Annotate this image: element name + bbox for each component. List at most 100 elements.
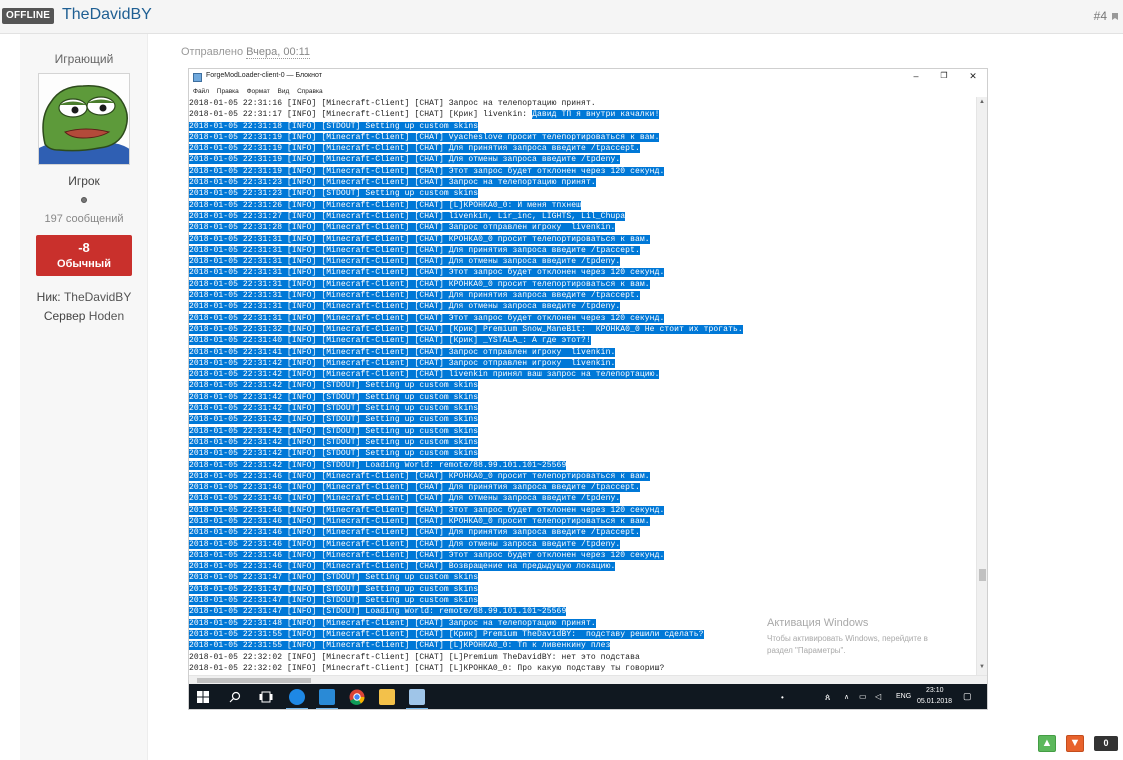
log-line: 2018-01-05 22:31:46 [INFO] [Minecraft-Cl… [189, 561, 976, 572]
menu-help: Справка [297, 88, 323, 95]
log-line-selected-text: 2018-01-05 22:31:48 [INFO] [Minecraft-Cl… [189, 618, 596, 628]
scroll-up-icon: ▲ [979, 99, 985, 105]
log-line: 2018-01-05 22:31:19 [INFO] [Minecraft-Cl… [189, 154, 976, 165]
log-line-selected-text: 2018-01-05 22:31:40 [INFO] [Minecraft-Cl… [189, 336, 591, 346]
file-explorer-icon [379, 689, 395, 705]
log-line-text: 2018-01-05 22:32:02 [INFO] [Minecraft-Cl… [189, 663, 665, 673]
menu-edit: Правка [216, 88, 239, 95]
language-indicator: ENG [896, 693, 912, 700]
log-line-selected-text: 2018-01-05 22:31:47 [INFO] [STDOUT] Sett… [189, 584, 479, 594]
menu-view: Вид [277, 88, 290, 95]
vote-up-button[interactable]: ▲ [1038, 735, 1056, 752]
field-server-key: Сервер [43, 309, 86, 323]
log-line: 2018-01-05 22:31:27 [INFO] [Minecraft-Cl… [189, 211, 976, 222]
log-line: 2018-01-05 22:31:19 [INFO] [Minecraft-Cl… [189, 143, 976, 154]
post-number-link[interactable]: #4 [1094, 9, 1107, 23]
log-line: 2018-01-05 22:31:46 [INFO] [Minecraft-Cl… [189, 482, 976, 493]
log-line-selected-text: 2018-01-05 22:31:26 [INFO] [Minecraft-Cl… [189, 200, 582, 210]
log-line: 2018-01-05 22:31:46 [INFO] [Minecraft-Cl… [189, 493, 976, 504]
author-name-link[interactable]: TheDavidBY [62, 6, 152, 24]
log-line: 2018-01-05 22:31:42 [INFO] [Minecraft-Cl… [189, 358, 976, 369]
log-line-selected-text: 2018-01-05 22:31:46 [INFO] [Minecraft-Cl… [189, 550, 665, 560]
volume-icon: ◁ [875, 692, 882, 701]
log-line-selected-text: 2018-01-05 22:31:46 [INFO] [Minecraft-Cl… [189, 505, 665, 515]
log-line-selected-text: 2018-01-05 22:31:31 [INFO] [Minecraft-Cl… [189, 302, 621, 312]
log-line: 2018-01-05 22:31:46 [INFO] [Minecraft-Cl… [189, 550, 976, 561]
tray-chevron-icon: ∧ [844, 694, 850, 701]
reputation-value: -8 [78, 240, 90, 255]
notepad-menubar: Файл Правка Формат Вид Справка [189, 86, 987, 97]
log-line-selected-text: 2018-01-05 22:31:42 [INFO] [STDOUT] Sett… [189, 437, 479, 447]
notepad-taskbar-icon [409, 689, 425, 705]
log-line: 2018-01-05 22:31:46 [INFO] [Minecraft-Cl… [189, 471, 976, 482]
status-badge: OFFLINE [2, 8, 55, 24]
rank-title: Игрок [68, 174, 100, 188]
vote-count: 0 [1094, 736, 1118, 751]
log-line-selected-text: 2018-01-05 22:31:42 [INFO] [STDOUT] Sett… [189, 381, 479, 391]
log-line: 2018-01-05 22:31:23 [INFO] [Minecraft-Cl… [189, 177, 976, 188]
post-header: OFFLINE TheDavidBY #4 [0, 0, 1123, 34]
log-line-selected-text: 2018-01-05 22:31:41 [INFO] [Minecraft-Cl… [189, 347, 616, 357]
log-line-selected-text: 2018-01-05 22:31:46 [INFO] [Minecraft-Cl… [189, 471, 650, 481]
hscrollbar-thumb [197, 678, 311, 683]
log-line: 2018-01-05 22:31:42 [INFO] [STDOUT] Sett… [189, 437, 976, 448]
log-line: 2018-01-05 22:31:42 [INFO] [STDOUT] Sett… [189, 403, 976, 414]
watermark-title: Активация Windows [767, 617, 869, 629]
log-line-selected-text: 2018-01-05 22:31:47 [INFO] [STDOUT] Sett… [189, 573, 479, 583]
notepad-vertical-scrollbar: ▲ ▼ [976, 97, 987, 675]
log-line: 2018-01-05 22:31:32 [INFO] [Minecraft-Cl… [189, 324, 976, 335]
pepe-frog-avatar-icon [39, 74, 129, 164]
posted-time-link[interactable]: Вчера, 00:11 [246, 46, 311, 59]
windows-start-icon [197, 691, 209, 703]
chrome-icon [349, 689, 365, 705]
log-line: 2018-01-05 22:31:31 [INFO] [Minecraft-Cl… [189, 256, 976, 267]
windows-taskbar: • ጰ ∧ ▭ ◁ ENG 23:10 05.01.2018 ▢ [189, 684, 987, 709]
field-nick: Ник: TheDavidBY [20, 290, 148, 304]
log-line-selected-text: 2018-01-05 22:31:42 [INFO] [STDOUT] Sett… [189, 415, 479, 425]
log-line-selected-text: 2018-01-05 22:31:31 [INFO] [Minecraft-Cl… [189, 291, 640, 301]
log-line-selected-text: 2018-01-05 22:31:18 [INFO] [STDOUT] Sett… [189, 121, 479, 131]
log-line-text: 2018-01-05 22:31:16 [INFO] [Minecraft-Cl… [189, 99, 596, 108]
log-line-selected-text: 2018-01-05 22:31:46 [INFO] [Minecraft-Cl… [189, 516, 650, 526]
reputation-label: Обычный [57, 258, 111, 270]
log-line: 2018-01-05 22:31:41 [INFO] [Minecraft-Cl… [189, 347, 976, 358]
log-line-selected-text: 2018-01-05 22:31:46 [INFO] [Minecraft-Cl… [189, 528, 640, 538]
log-line: 2018-01-05 22:31:42 [INFO] [STDOUT] Sett… [189, 414, 976, 425]
log-line-selected-text: 2018-01-05 22:31:47 [INFO] [STDOUT] Load… [189, 607, 567, 617]
minimize-icon: – [913, 71, 919, 81]
skype-icon [289, 689, 305, 705]
share-icon[interactable] [1111, 11, 1119, 21]
log-line-selected-text: 2018-01-05 22:31:23 [INFO] [Minecraft-Cl… [189, 178, 596, 188]
action-center-icon: ▢ [963, 691, 972, 701]
log-line-selected-text: 2018-01-05 22:31:31 [INFO] [Minecraft-Cl… [189, 313, 665, 323]
log-line: 2018-01-05 22:31:47 [INFO] [STDOUT] Sett… [189, 595, 976, 606]
log-line: 2018-01-05 22:31:28 [INFO] [Minecraft-Cl… [189, 222, 976, 233]
log-line: 2018-01-05 22:31:19 [INFO] [Minecraft-Cl… [189, 166, 976, 177]
log-line: 2018-01-05 22:31:40 [INFO] [Minecraft-Cl… [189, 335, 976, 346]
notepad-app-icon [193, 73, 202, 82]
log-line-selected-text: 2018-01-05 22:31:46 [INFO] [Minecraft-Cl… [189, 494, 621, 504]
log-line-text: 2018-01-05 22:32:02 [INFO] [Minecraft-Cl… [189, 652, 640, 662]
post-screenshot-image[interactable]: ForgeModLoader-client-0 — Блокнот – ❐ ✕ … [188, 68, 988, 710]
log-line-selected-text: 2018-01-05 22:31:55 [INFO] [Minecraft-Cl… [189, 629, 704, 639]
log-line-selected-text: 2018-01-05 22:31:46 [INFO] [Minecraft-Cl… [189, 539, 621, 549]
log-line: 2018-01-05 22:31:46 [INFO] [Minecraft-Cl… [189, 539, 976, 550]
watermark-line1: Чтобы активировать Windows, перейдите в [767, 634, 928, 643]
vote-down-button[interactable]: ▼ [1066, 735, 1084, 752]
posted-label: Отправлено [181, 46, 244, 58]
windows-activation-watermark: Активация Windows Чтобы активировать Win… [767, 617, 928, 657]
avatar[interactable] [38, 73, 130, 165]
log-line-selected-text: 2018-01-05 22:31:31 [INFO] [Minecraft-Cl… [189, 268, 665, 278]
scroll-down-icon: ▼ [979, 664, 985, 670]
log-line-selected-text: 2018-01-05 22:31:27 [INFO] [Minecraft-Cl… [189, 211, 626, 221]
log-line: 2018-01-05 22:31:46 [INFO] [Minecraft-Cl… [189, 527, 976, 538]
log-line: 2018-01-05 22:31:42 [INFO] [Minecraft-Cl… [189, 369, 976, 380]
log-line: 2018-01-05 22:31:26 [INFO] [Minecraft-Cl… [189, 200, 976, 211]
log-line-selected-text: 2018-01-05 22:31:19 [INFO] [Minecraft-Cl… [189, 132, 660, 142]
log-line: 2018-01-05 22:31:42 [INFO] [STDOUT] Sett… [189, 380, 976, 391]
task-view-icon [259, 691, 273, 703]
log-line-selected-text: 2018-01-05 22:31:46 [INFO] [Minecraft-Cl… [189, 483, 640, 493]
log-line: 2018-01-05 22:31:31 [INFO] [Minecraft-Cl… [189, 245, 976, 256]
scrollbar-thumb [979, 569, 986, 581]
watermark-line2: раздел "Параметры". [767, 646, 846, 655]
